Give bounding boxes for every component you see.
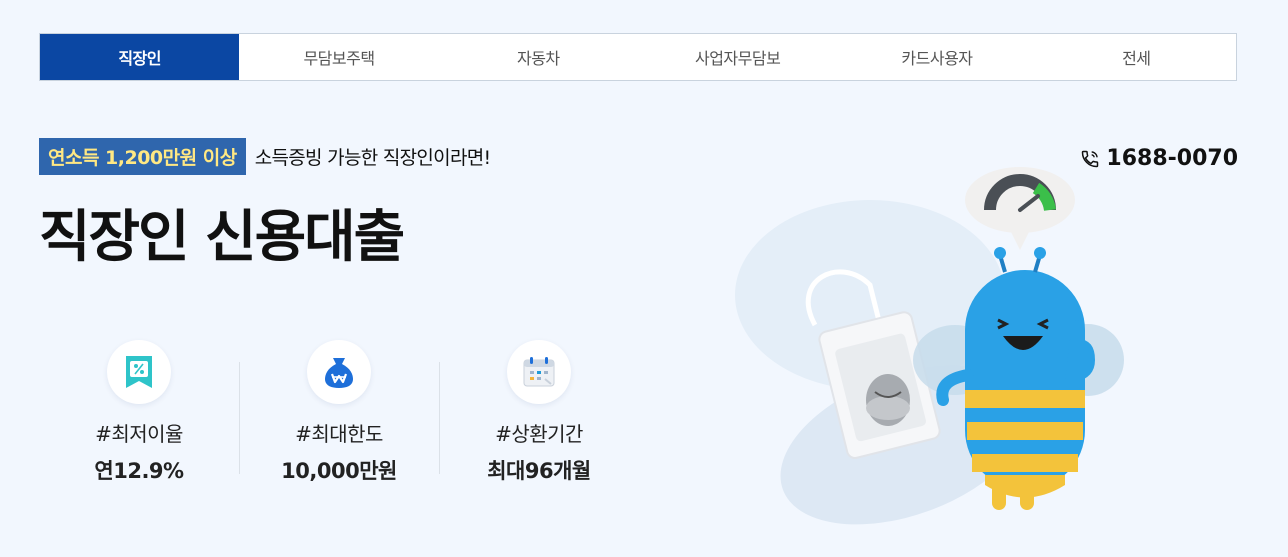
income-badge: 연소득 1,200만원 이상 [39,138,246,175]
feature-rate-value: 연12.9% [94,459,184,483]
page-title: 직장인 신용대출 [39,205,405,270]
money-bag-icon [325,358,353,388]
feature-rate: #최저이율 연12.9% [39,340,239,485]
tagline-text: 소득증빙 가능한 직장인이라면! [254,147,491,169]
feature-period-icon-wrap [507,340,571,404]
feature-period: #상환기간 최대96개월 [439,340,639,485]
tab-car[interactable]: 자동차 [439,34,638,80]
hero-tagline: 연소득 1,200만원 이상 소득증빙 가능한 직장인이라면! [39,138,491,175]
feature-rate-label: #최저이율 [95,422,183,446]
feature-rate-icon-wrap [107,340,171,404]
tab-unsecured-housing[interactable]: 무담보주택 [239,34,438,80]
feature-limit-value: 10,000만원 [281,459,397,483]
calendar-icon [523,357,555,387]
feature-limit-label: #최대한도 [295,422,383,446]
feature-limit-icon-wrap [307,340,371,404]
tab-business-unsecured[interactable]: 사업자무담보 [638,34,837,80]
percent-tag-icon [126,356,152,388]
tab-office-worker[interactable]: 직장인 [40,34,240,80]
gauge-bubble [965,167,1075,250]
tab-jeonse[interactable]: 전세 [1037,34,1236,80]
tab-card-user[interactable]: 카드사용자 [837,34,1036,80]
bee-mascot-illustration [735,167,1124,525]
product-tabs: 직장인 무담보주택 자동차 사업자무담보 카드사용자 전세 [39,33,1237,81]
feature-period-label: #상환기간 [495,422,583,446]
feature-period-value: 최대96개월 [487,459,591,483]
feature-list: #최저이율 연12.9% #최대한도 10,000만원 #상환기간 최대96개월 [39,340,639,485]
feature-limit: #최대한도 10,000만원 [239,340,439,485]
